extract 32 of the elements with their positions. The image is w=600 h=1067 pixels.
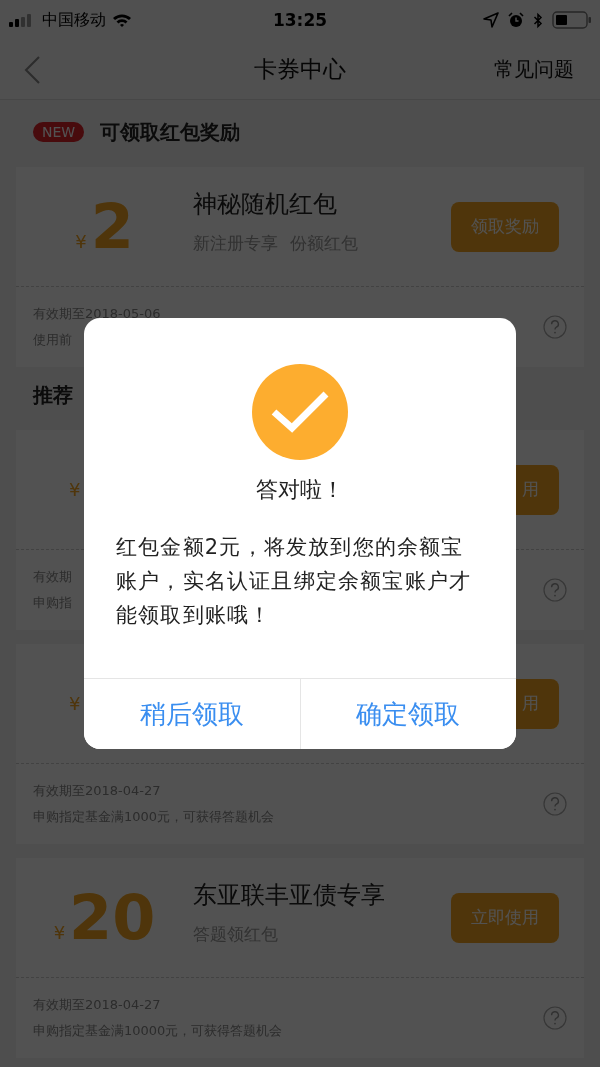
currency-symbol: ¥ xyxy=(69,479,81,500)
alarm-clock-icon xyxy=(508,12,524,28)
help-icon xyxy=(543,1006,567,1030)
carrier-name: 中国移动 xyxy=(42,9,106,31)
section-title: 可领取红包奖励 xyxy=(100,118,241,146)
back-chevron-icon xyxy=(22,54,42,85)
help-icon xyxy=(543,792,567,816)
page-title: 卡券中心 xyxy=(254,56,346,82)
coupon-amount: 2 xyxy=(90,195,134,258)
dialog-button[interactable]: 确定领取 xyxy=(299,679,516,749)
coupon-amount: 20 xyxy=(69,886,156,949)
section-title: 推荐 xyxy=(33,381,73,409)
currency-symbol: ¥ xyxy=(75,230,87,252)
clock-time: 13:25 xyxy=(272,10,328,30)
coupon-button[interactable]: 领取奖励 xyxy=(451,201,559,252)
wifi-icon xyxy=(112,12,132,28)
coupon-button[interactable]: 立即使用 xyxy=(451,892,559,943)
currency-symbol: ¥ xyxy=(53,921,66,943)
help-icon xyxy=(543,578,567,602)
help-icon xyxy=(543,315,567,339)
coupon-title: 东亚联丰亚债专享 xyxy=(193,880,386,911)
coupon-title: 神秘随机红包 xyxy=(193,189,338,220)
dialog-message: 红包金额2元，将发放到您的余额宝账户，实名认证且绑定余额宝账户才能领取到账哦！ xyxy=(116,534,473,629)
success-check-icon xyxy=(252,364,348,460)
battery-icon xyxy=(552,11,592,29)
back-button[interactable] xyxy=(22,54,42,85)
dialog-title: 答对啦！ xyxy=(256,476,344,504)
new-badge: NEW xyxy=(33,122,85,142)
bluetooth-icon xyxy=(533,11,543,29)
location-arrow-icon xyxy=(483,12,499,28)
faq-link[interactable]: 常见问题 xyxy=(494,56,574,83)
currency-symbol: ¥ xyxy=(69,693,81,714)
